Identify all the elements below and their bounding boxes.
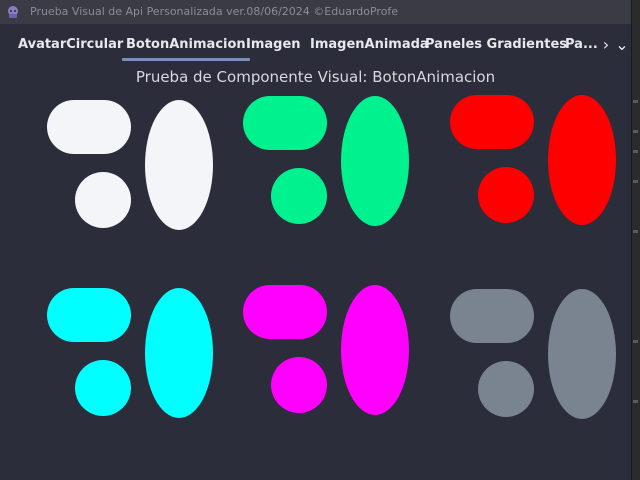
app-icon <box>8 6 18 18</box>
tab-avatarcircular[interactable]: AvatarCircular <box>18 34 123 56</box>
tab-bar: AvatarCircular BotonAnimacion Imagen Ima… <box>0 28 631 61</box>
chevron-down-icon[interactable]: ⌄ <box>614 36 630 54</box>
pill-button[interactable] <box>243 96 327 150</box>
oval-button[interactable] <box>548 289 616 419</box>
tab-truncated[interactable]: Pa... <box>565 34 598 56</box>
button-group-white <box>47 100 217 240</box>
button-group-cyan <box>47 288 217 428</box>
circle-button[interactable] <box>75 172 131 228</box>
oval-button[interactable] <box>341 285 409 415</box>
button-group-green <box>243 96 413 236</box>
pill-button[interactable] <box>243 285 327 339</box>
circle-button[interactable] <box>271 357 327 413</box>
pill-button[interactable] <box>450 289 534 343</box>
oval-button[interactable] <box>341 96 409 226</box>
chevron-right-icon[interactable]: › <box>598 36 614 54</box>
tab-imagen[interactable]: Imagen <box>246 34 301 56</box>
oval-button[interactable] <box>548 95 616 225</box>
window-title: Prueba Visual de Api Personalizada ver.0… <box>30 5 399 18</box>
circle-button[interactable] <box>478 361 534 417</box>
tab-paneles-gradientes[interactable]: Paneles Gradientes <box>425 34 567 56</box>
pill-button[interactable] <box>47 100 131 154</box>
circle-button[interactable] <box>271 168 327 224</box>
button-group-red <box>450 95 620 235</box>
oval-button[interactable] <box>145 288 213 418</box>
app-window: Prueba Visual de Api Personalizada ver.0… <box>0 0 632 480</box>
button-group-magenta <box>243 285 413 425</box>
page-title: Prueba de Componente Visual: BotonAnimac… <box>135 68 496 86</box>
circle-button[interactable] <box>478 167 534 223</box>
pill-button[interactable] <box>47 288 131 342</box>
oval-button[interactable] <box>145 100 213 230</box>
pill-button[interactable] <box>450 95 534 149</box>
background-window-edge <box>632 0 640 480</box>
circle-button[interactable] <box>75 360 131 416</box>
tab-imagenanimada[interactable]: ImagenAnimada <box>310 34 429 56</box>
tab-botonanimacion[interactable]: BotonAnimacion <box>122 34 250 61</box>
title-bar[interactable]: Prueba Visual de Api Personalizada ver.0… <box>0 0 631 24</box>
button-group-gray <box>450 289 620 429</box>
